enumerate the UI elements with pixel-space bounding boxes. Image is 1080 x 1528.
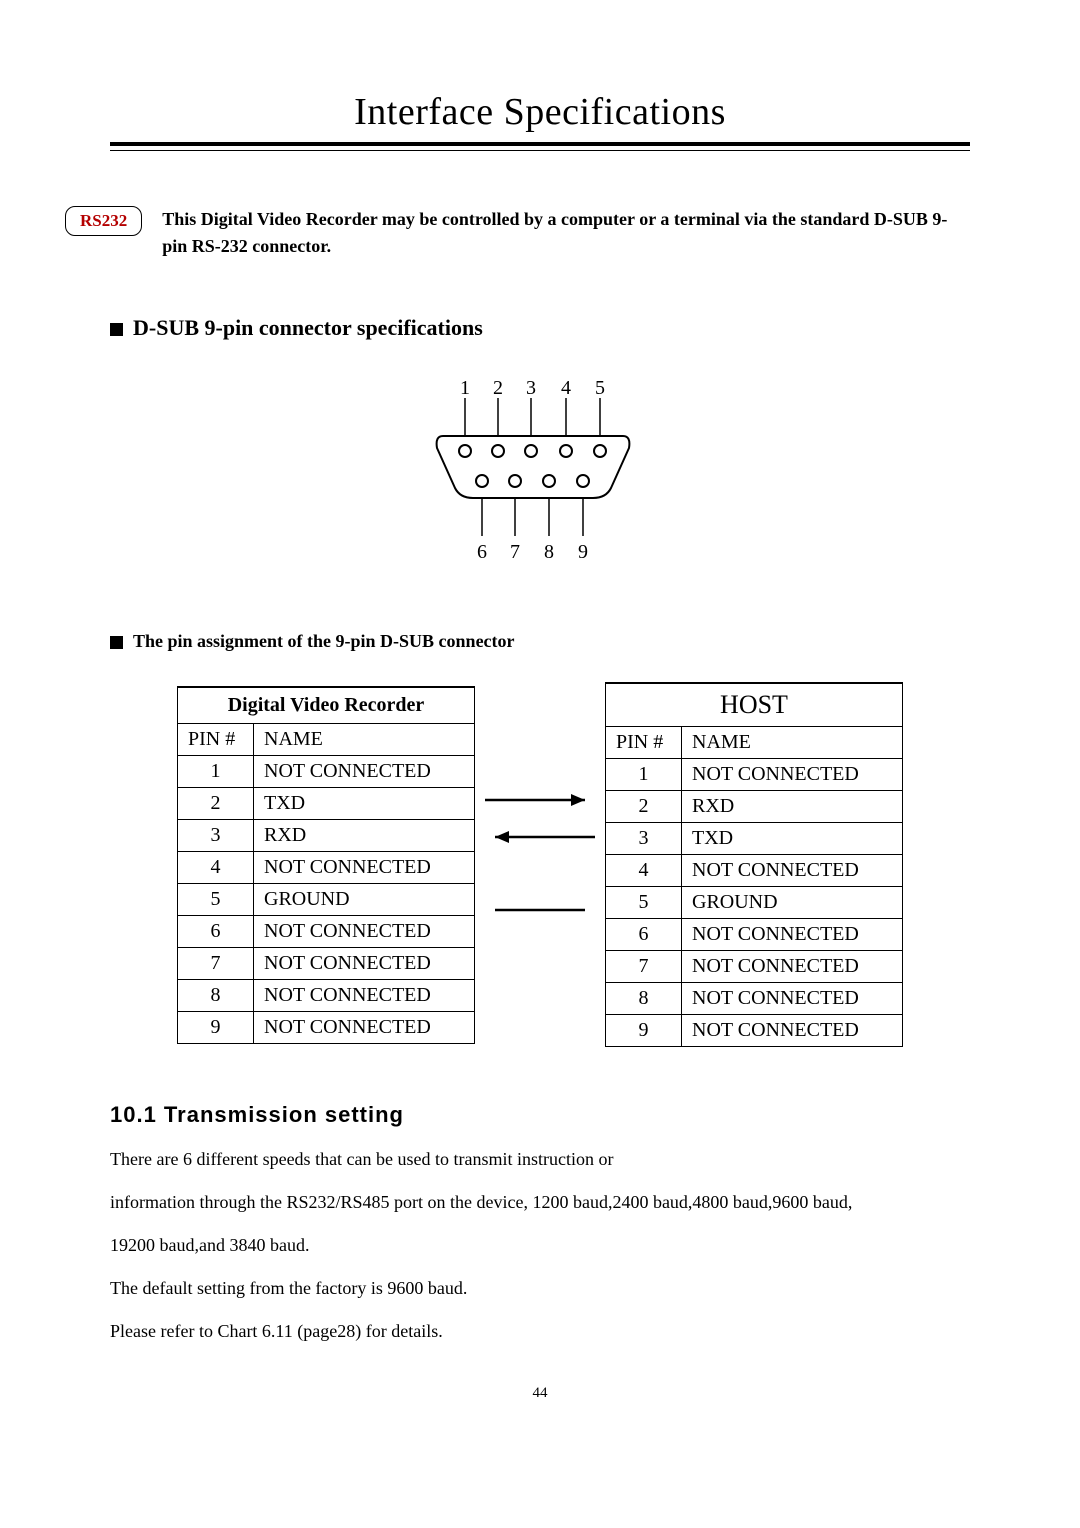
svg-text:9: 9 — [578, 541, 588, 563]
connection-arrows-icon — [475, 685, 605, 1045]
transmission-body: There are 6 different speeds that can be… — [110, 1146, 970, 1345]
table-row: 2RXD — [606, 791, 903, 823]
table-row: 9NOT CONNECTED — [606, 1015, 903, 1047]
square-bullet-icon — [110, 323, 123, 336]
table-row: 4NOT CONNECTED — [178, 851, 475, 883]
table-row: 1NOT CONNECTED — [178, 755, 475, 787]
table-row: 5GROUND — [606, 887, 903, 919]
pin-assignment-heading: The pin assignment of the 9-pin D-SUB co… — [110, 631, 970, 652]
svg-text:6: 6 — [477, 541, 487, 563]
svg-text:8: 8 — [544, 541, 554, 563]
dvr-pin-table: Digital Video Recorder PIN # NAME 1NOT C… — [177, 686, 475, 1044]
dvr-table-title: Digital Video Recorder — [178, 687, 475, 724]
table-row: 3RXD — [178, 819, 475, 851]
svg-text:4: 4 — [561, 377, 571, 399]
page: Interface Specifications RS232 This Digi… — [0, 0, 1080, 1402]
dvr-col-name: NAME — [254, 723, 475, 755]
table-row: 4NOT CONNECTED — [606, 855, 903, 887]
pin-assignment-label: The pin assignment of the 9-pin D-SUB co… — [133, 631, 515, 651]
svg-text:1: 1 — [460, 377, 470, 399]
intro-row: RS232 This Digital Video Recorder may be… — [65, 206, 970, 260]
page-title: Interface Specifications — [110, 90, 970, 134]
svg-text:5: 5 — [595, 377, 605, 399]
table-row: 8NOT CONNECTED — [178, 979, 475, 1011]
trans-p3: 19200 baud,and 3840 baud. — [110, 1232, 970, 1259]
table-row: 6NOT CONNECTED — [178, 915, 475, 947]
dvr-col-pin: PIN # — [178, 723, 254, 755]
svg-text:7: 7 — [510, 541, 520, 563]
table-row: 6NOT CONNECTED — [606, 919, 903, 951]
host-table-title: HOST — [606, 683, 903, 727]
dsub-connector-icon: 1 2 3 4 5 — [425, 376, 655, 576]
table-row: 7NOT CONNECTED — [606, 951, 903, 983]
transmission-heading: 10.1 Transmission setting — [110, 1102, 970, 1128]
table-row: 9NOT CONNECTED — [178, 1011, 475, 1043]
intro-text: This Digital Video Recorder may be contr… — [162, 206, 970, 260]
svg-text:3: 3 — [526, 377, 536, 399]
host-pin-table: HOST PIN # NAME 1NOT CONNECTED 2RXD 3TXD… — [605, 682, 903, 1047]
trans-p2: information through the RS232/RS485 port… — [110, 1189, 970, 1216]
table-row: 1NOT CONNECTED — [606, 759, 903, 791]
trans-p4: The default setting from the factory is … — [110, 1275, 970, 1302]
square-bullet-icon — [110, 636, 123, 649]
pin-tables-row: Digital Video Recorder PIN # NAME 1NOT C… — [110, 682, 970, 1047]
connector-diagram-wrap: 1 2 3 4 5 — [110, 376, 970, 576]
host-col-name: NAME — [682, 727, 903, 759]
table-row: 7NOT CONNECTED — [178, 947, 475, 979]
page-number: 44 — [110, 1385, 970, 1402]
connector-section-heading: D-SUB 9-pin connector specifications — [110, 315, 970, 341]
trans-p1: There are 6 different speeds that can be… — [110, 1146, 970, 1173]
host-col-pin: PIN # — [606, 727, 682, 759]
table-row: 2TXD — [178, 787, 475, 819]
svg-text:2: 2 — [493, 377, 503, 399]
title-underline — [110, 142, 970, 151]
trans-p5: Please refer to Chart 6.11 (page28) for … — [110, 1318, 970, 1345]
table-row: 3TXD — [606, 823, 903, 855]
connector-section-label: D-SUB 9-pin connector specifications — [133, 315, 483, 340]
table-row: 5GROUND — [178, 883, 475, 915]
table-row: 8NOT CONNECTED — [606, 983, 903, 1015]
rs232-badge: RS232 — [65, 206, 142, 236]
